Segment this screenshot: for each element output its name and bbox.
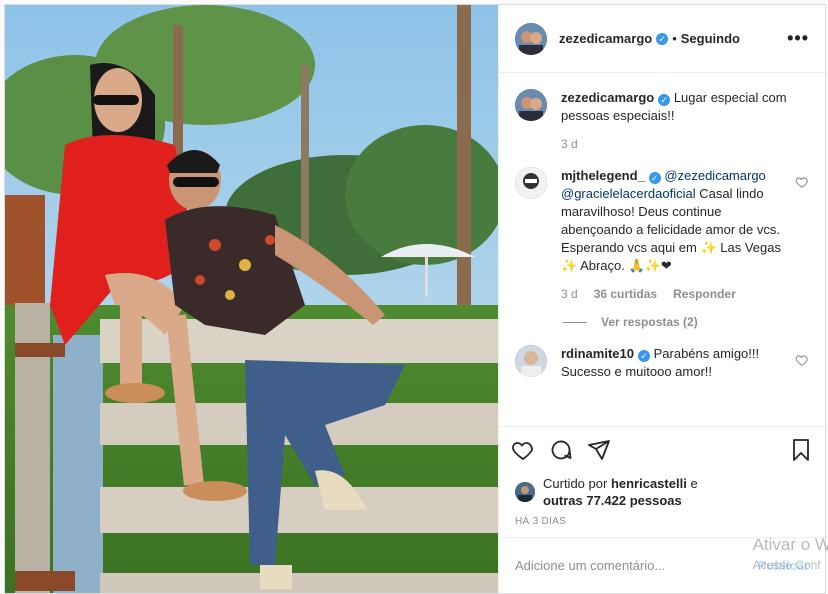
replies-divider — [563, 321, 587, 323]
post-side-panel: zezedicamargo ✓ • Seguindo ••• zezedicam… — [498, 5, 828, 593]
comment-icon[interactable] — [549, 438, 573, 462]
comment-like-heart-icon[interactable] — [795, 175, 809, 189]
author-avatar[interactable] — [515, 22, 547, 55]
liked-by-others[interactable]: outras 77.422 pessoas — [543, 493, 682, 508]
caption-author[interactable]: zezedicamargo — [561, 90, 654, 105]
post-header: zezedicamargo ✓ • Seguindo ••• — [499, 5, 825, 73]
caption-author-avatar[interactable] — [515, 89, 547, 121]
comment-time[interactable]: 3 d — [561, 285, 578, 303]
comment-like-heart-icon[interactable] — [795, 353, 809, 367]
liked-by-and: e — [690, 476, 698, 491]
liked-by-prefix: Curtido por — [543, 476, 608, 491]
likes-summary[interactable]: Curtido por henricastelli e outras 77.42… — [499, 472, 825, 512]
liked-by-user[interactable]: henricastelli — [611, 476, 687, 491]
author-username[interactable]: zezedicamargo — [559, 31, 652, 46]
instagram-post-modal: zezedicamargo ✓ • Seguindo ••• zezedicam… — [4, 4, 828, 594]
verified-icon: ✓ — [656, 32, 669, 45]
reply-button[interactable]: Responder — [673, 285, 736, 303]
comment-item: rdinamite10 ✓ Parabéns amigo!!! Sucesso e… — [515, 345, 809, 381]
separator-dot: • — [672, 31, 677, 46]
view-replies-label: Ver respostas (2) — [601, 315, 698, 329]
comments-list[interactable]: zezedicamargo ✓ Lugar especial com pessoa… — [499, 73, 825, 426]
post-date[interactable]: HÁ 3 DIAS — [499, 512, 825, 537]
verified-icon: ✓ — [648, 172, 661, 184]
bookmark-icon[interactable] — [789, 438, 813, 462]
verified-icon: ✓ — [637, 350, 650, 362]
caption-time[interactable]: 3 d — [561, 135, 578, 153]
publish-button[interactable]: Publicar — [758, 558, 809, 573]
post-actions — [499, 426, 825, 472]
liker-avatar — [515, 482, 535, 502]
following-button[interactable]: Seguindo — [681, 31, 740, 46]
comment-author[interactable]: mjthelegend_ — [561, 168, 645, 183]
mention-link[interactable]: @zezedicamargo — [664, 168, 765, 183]
verified-icon: ✓ — [658, 94, 671, 106]
add-comment-input[interactable]: Adicione um comentário... — [515, 558, 665, 573]
heart-icon[interactable] — [511, 438, 535, 462]
add-comment-bar: Adicione um comentário... Publicar — [499, 537, 825, 593]
post-photo[interactable] — [5, 5, 498, 593]
comment-likes[interactable]: 36 curtidas — [594, 285, 657, 303]
caption: zezedicamargo ✓ Lugar especial com pessoa… — [515, 89, 809, 153]
view-replies-button[interactable]: Ver respostas (2) — [563, 315, 809, 329]
comment-author[interactable]: rdinamite10 — [561, 346, 634, 361]
commenter-avatar[interactable] — [515, 345, 547, 377]
couple-on-fence-image — [5, 5, 498, 593]
commenter-avatar[interactable] — [515, 167, 547, 199]
more-options-icon[interactable]: ••• — [787, 28, 809, 49]
comment-item: mjthelegend_ ✓ @zezedicamargo @gracielela… — [515, 167, 809, 303]
share-icon[interactable] — [587, 438, 611, 462]
mention-link[interactable]: @gracielelacerdaoficial — [561, 186, 696, 201]
